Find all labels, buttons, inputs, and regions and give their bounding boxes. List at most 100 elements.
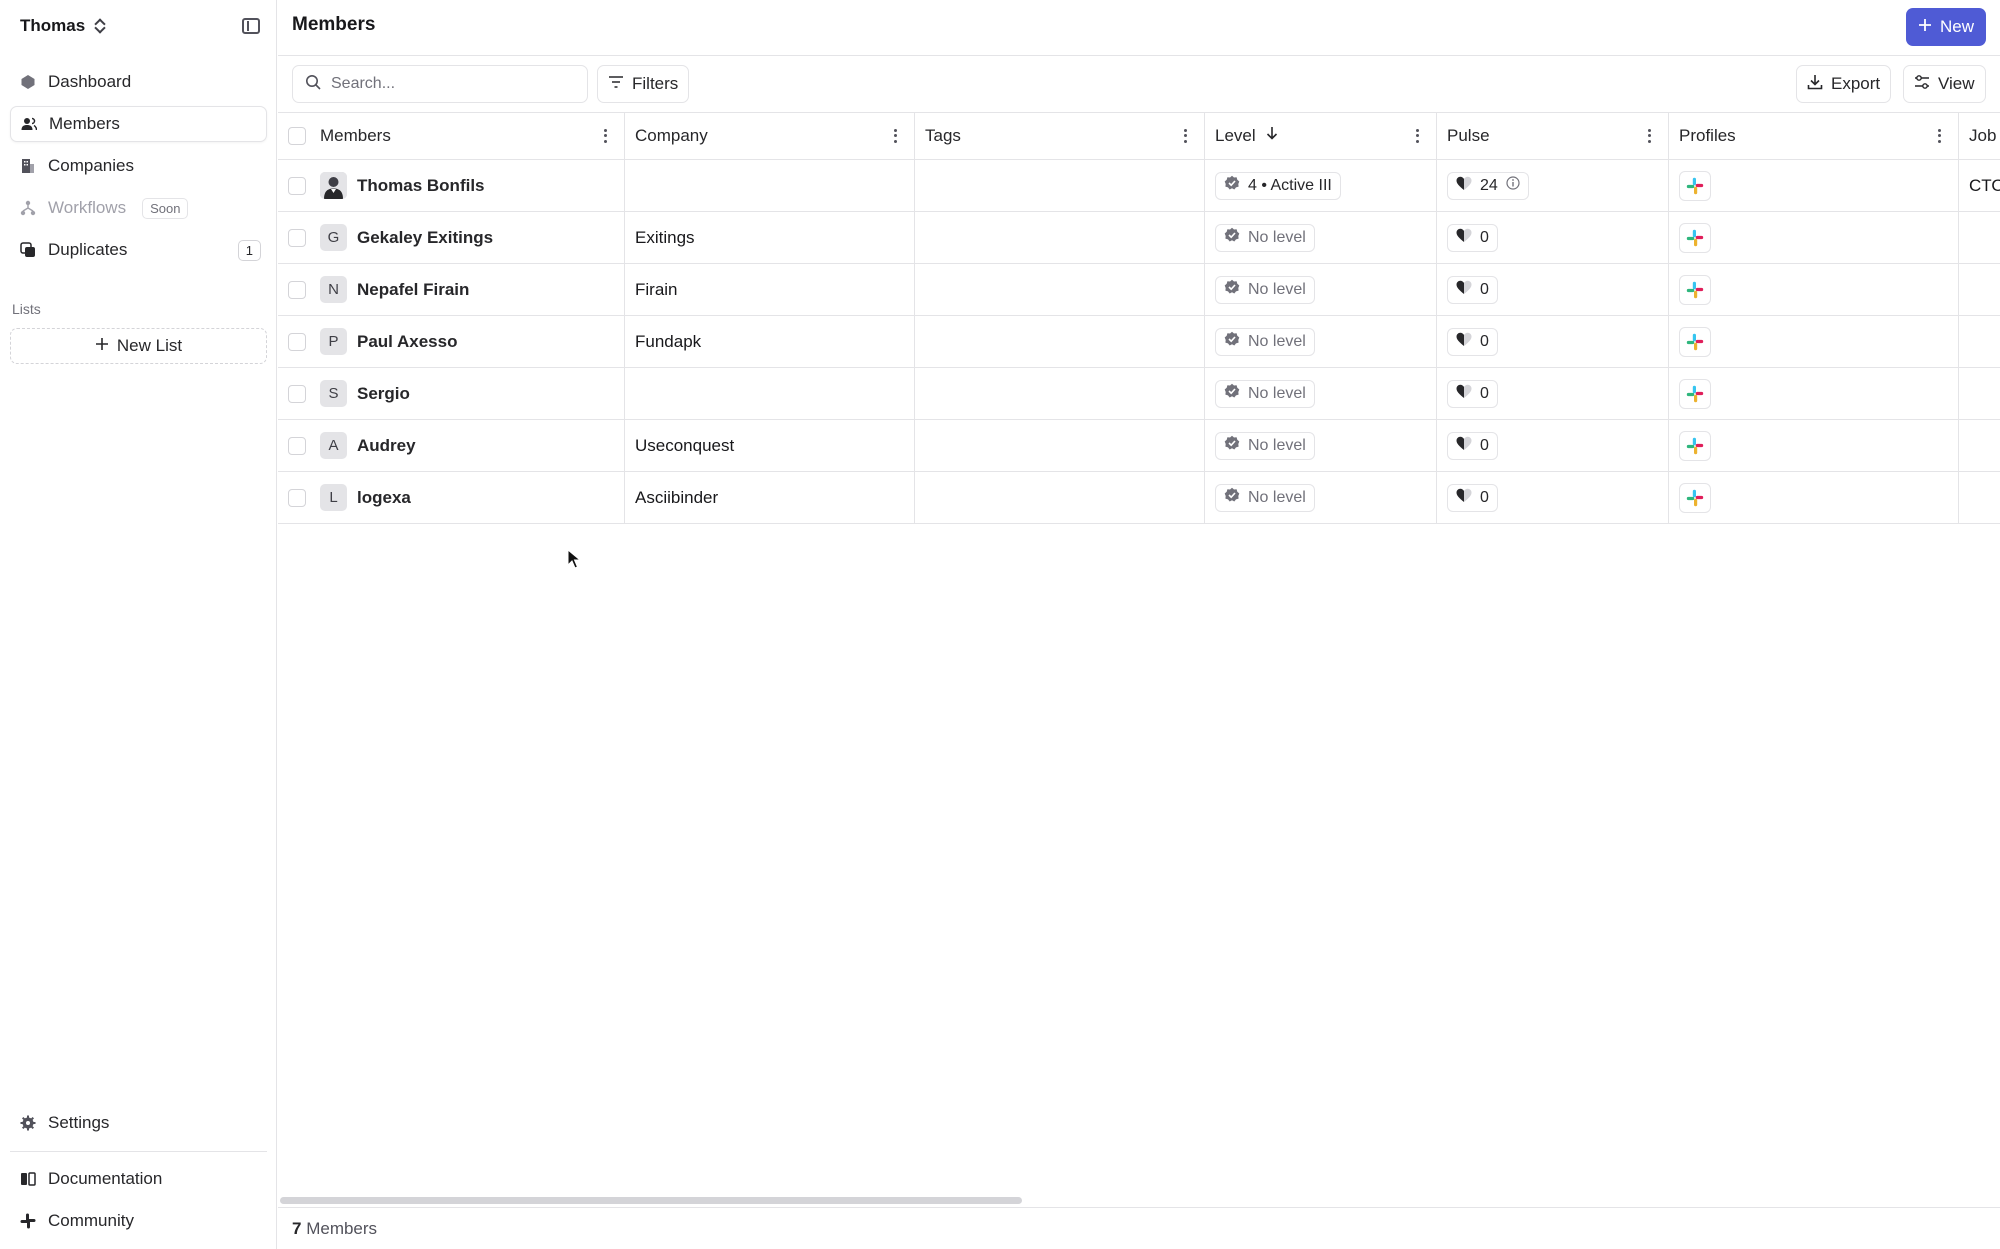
column-header-company[interactable]: Company bbox=[625, 112, 915, 159]
member-cell[interactable]: A Audrey bbox=[278, 420, 625, 471]
job-cell[interactable] bbox=[1959, 264, 2000, 315]
member-cell[interactable]: Thomas Bonfils bbox=[278, 160, 625, 211]
level-cell[interactable]: No level bbox=[1205, 212, 1437, 263]
profiles-cell[interactable] bbox=[1669, 472, 1959, 523]
new-list-button[interactable]: New List bbox=[10, 328, 267, 364]
slack-icon[interactable] bbox=[1679, 274, 1711, 305]
view-button[interactable]: View bbox=[1903, 65, 1986, 103]
pulse-cell[interactable]: 0 bbox=[1437, 420, 1669, 471]
member-cell[interactable]: Llogexa bbox=[278, 472, 625, 523]
member-cell[interactable]: G Gekaley Exitings bbox=[278, 212, 625, 263]
member-name[interactable]: logexa bbox=[357, 488, 411, 508]
slack-icon[interactable] bbox=[1679, 326, 1711, 357]
job-cell[interactable] bbox=[1959, 420, 2000, 471]
info-icon[interactable] bbox=[1506, 176, 1520, 195]
column-menu-icon[interactable] bbox=[1648, 128, 1652, 143]
search-input[interactable] bbox=[331, 75, 571, 93]
company-cell[interactable]: Useconquest bbox=[625, 420, 915, 471]
level-cell[interactable]: No level bbox=[1205, 368, 1437, 419]
member-name[interactable]: Nepafel Firain bbox=[357, 280, 469, 300]
row-checkbox[interactable] bbox=[288, 436, 306, 455]
member-cell[interactable]: P Paul Axesso bbox=[278, 316, 625, 367]
column-header-tags[interactable]: Tags bbox=[915, 112, 1205, 159]
tags-cell[interactable] bbox=[915, 420, 1205, 471]
company-cell[interactable]: Firain bbox=[625, 264, 915, 315]
member-cell[interactable]: N Nepafel Firain bbox=[278, 264, 625, 315]
table-row[interactable]: A Audrey Useconquest No level 0 bbox=[278, 420, 2000, 472]
sidebar-item-community[interactable]: Community bbox=[10, 1203, 267, 1239]
job-cell[interactable]: CTO bbox=[1959, 160, 2000, 211]
column-header-pulse[interactable]: Pulse bbox=[1437, 112, 1669, 159]
pulse-cell[interactable]: 0 bbox=[1437, 264, 1669, 315]
sidebar-item-duplicates[interactable]: Duplicates 1 bbox=[10, 232, 267, 268]
column-header-level[interactable]: Level bbox=[1205, 112, 1437, 159]
select-all-checkbox[interactable] bbox=[288, 126, 306, 145]
table-row[interactable]: S Sergio No level 0 bbox=[278, 368, 2000, 420]
job-cell[interactable] bbox=[1959, 368, 2000, 419]
pulse-cell[interactable]: 0 bbox=[1437, 472, 1669, 523]
member-name[interactable]: Paul Axesso bbox=[357, 332, 457, 352]
column-menu-icon[interactable] bbox=[1184, 128, 1188, 143]
level-cell[interactable]: No level bbox=[1205, 472, 1437, 523]
row-checkbox[interactable] bbox=[288, 176, 306, 195]
sidebar-item-settings[interactable]: Settings bbox=[10, 1105, 267, 1141]
company-cell[interactable]: Fundapk bbox=[625, 316, 915, 367]
horizontal-scrollbar[interactable] bbox=[280, 1197, 1022, 1204]
pulse-cell[interactable]: 24 bbox=[1437, 160, 1669, 211]
tags-cell[interactable] bbox=[915, 472, 1205, 523]
member-name[interactable]: Gekaley Exitings bbox=[357, 228, 493, 248]
profiles-cell[interactable] bbox=[1669, 368, 1959, 419]
job-cell[interactable] bbox=[1959, 472, 2000, 523]
row-checkbox[interactable] bbox=[288, 332, 306, 351]
member-name[interactable]: Sergio bbox=[357, 384, 410, 404]
column-menu-icon[interactable] bbox=[1416, 128, 1420, 143]
sort-descending-icon[interactable] bbox=[1266, 126, 1278, 145]
sidebar-item-companies[interactable]: Companies bbox=[10, 148, 267, 184]
tags-cell[interactable] bbox=[915, 264, 1205, 315]
member-name[interactable]: Thomas Bonfils bbox=[357, 176, 485, 196]
company-cell[interactable]: Exitings bbox=[625, 212, 915, 263]
slack-icon[interactable] bbox=[1679, 430, 1711, 461]
company-cell[interactable] bbox=[625, 160, 915, 211]
pulse-cell[interactable]: 0 bbox=[1437, 212, 1669, 263]
slack-icon[interactable] bbox=[1679, 378, 1711, 409]
sidebar-item-members[interactable]: Members bbox=[10, 106, 267, 142]
column-header-job[interactable]: Job bbox=[1959, 112, 2000, 159]
row-checkbox[interactable] bbox=[288, 228, 306, 247]
row-checkbox[interactable] bbox=[288, 384, 306, 403]
profiles-cell[interactable] bbox=[1669, 160, 1959, 211]
slack-icon[interactable] bbox=[1679, 222, 1711, 253]
sidebar-item-dashboard[interactable]: Dashboard bbox=[10, 64, 267, 100]
slack-icon[interactable] bbox=[1679, 482, 1711, 513]
table-row[interactable]: Thomas Bonfils 4 • Active III 24 CTO bbox=[278, 160, 2000, 212]
tags-cell[interactable] bbox=[915, 368, 1205, 419]
column-header-profiles[interactable]: Profiles bbox=[1669, 112, 1959, 159]
profiles-cell[interactable] bbox=[1669, 212, 1959, 263]
pulse-cell[interactable]: 0 bbox=[1437, 368, 1669, 419]
pulse-cell[interactable]: 0 bbox=[1437, 316, 1669, 367]
job-cell[interactable] bbox=[1959, 212, 2000, 263]
column-menu-icon[interactable] bbox=[1938, 128, 1942, 143]
profiles-cell[interactable] bbox=[1669, 264, 1959, 315]
slack-icon[interactable] bbox=[1679, 170, 1711, 201]
level-cell[interactable]: No level bbox=[1205, 264, 1437, 315]
column-menu-icon[interactable] bbox=[604, 128, 608, 143]
company-cell[interactable]: Asciibinder bbox=[625, 472, 915, 523]
tags-cell[interactable] bbox=[915, 212, 1205, 263]
sidebar-toggle-icon[interactable] bbox=[242, 18, 260, 34]
workspace-switcher[interactable]: Thomas bbox=[20, 14, 105, 38]
job-cell[interactable] bbox=[1959, 316, 2000, 367]
new-member-button[interactable]: New bbox=[1905, 8, 1986, 46]
export-button[interactable]: Export bbox=[1796, 65, 1892, 103]
member-name[interactable]: Audrey bbox=[357, 436, 416, 456]
column-header-members[interactable]: Members bbox=[278, 112, 625, 159]
tags-cell[interactable] bbox=[915, 316, 1205, 367]
member-cell[interactable]: S Sergio bbox=[278, 368, 625, 419]
search-field[interactable] bbox=[292, 65, 588, 103]
row-checkbox[interactable] bbox=[288, 488, 306, 507]
level-cell[interactable]: No level bbox=[1205, 420, 1437, 471]
company-cell[interactable] bbox=[625, 368, 915, 419]
table-row[interactable]: Llogexa Asciibinder No level 0 bbox=[278, 472, 2000, 524]
column-menu-icon[interactable] bbox=[894, 128, 898, 143]
table-row[interactable]: P Paul Axesso Fundapk No level 0 bbox=[278, 316, 2000, 368]
